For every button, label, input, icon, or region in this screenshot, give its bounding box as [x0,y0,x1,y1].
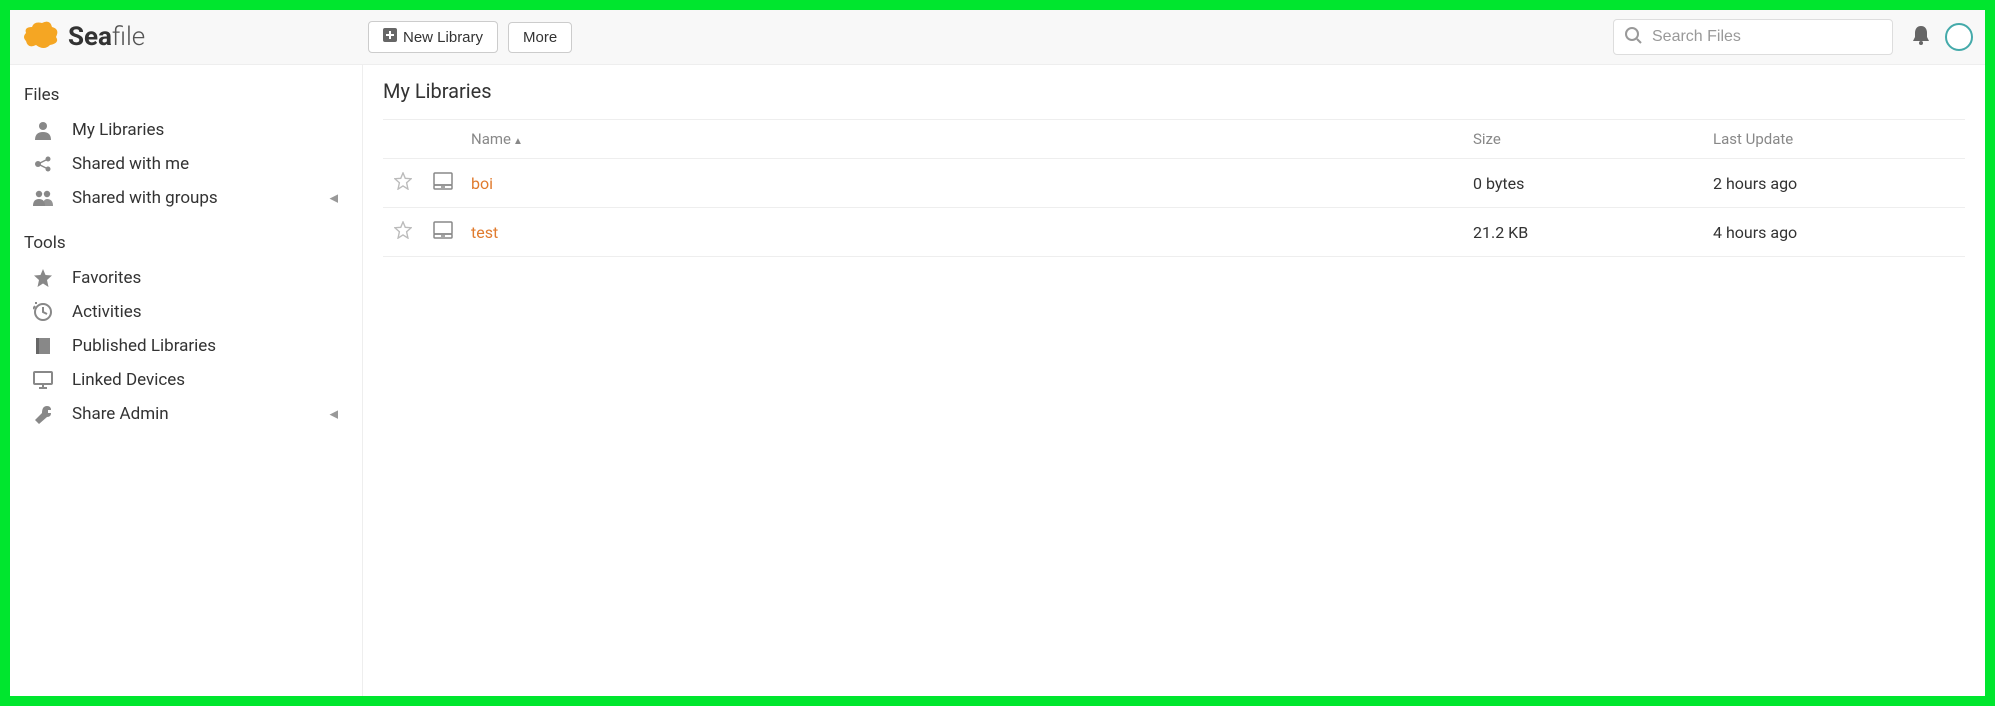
notifications-icon[interactable] [1911,24,1931,50]
logo-text: Seafile [68,22,145,52]
library-last-update: 4 hours ago [1705,208,1965,257]
sidebar-section-files: Files [24,85,358,105]
table-row[interactable]: boi 0 bytes 2 hours ago [383,159,1965,208]
sidebar-item-label: Linked Devices [72,370,185,390]
search-input[interactable] [1652,28,1882,46]
star-icon [30,268,56,288]
library-link[interactable]: test [471,223,498,242]
avatar[interactable] [1945,23,1973,51]
sidebar-item-linked-devices[interactable]: Linked Devices [24,363,358,397]
clock-icon [30,302,56,322]
sidebar-item-label: Share Admin [72,404,169,424]
column-header-name[interactable]: Name▲ [463,120,1465,159]
search-icon [1624,26,1642,48]
library-size: 21.2 KB [1465,208,1705,257]
library-icon [432,225,454,244]
sidebar-item-shared-with-groups[interactable]: Shared with groups ◂ [24,181,358,215]
search-box[interactable] [1613,19,1893,55]
sidebar: Files My Libraries Shared wit [10,65,363,696]
more-label: More [523,29,557,46]
library-size: 0 bytes [1465,159,1705,208]
column-header-size[interactable]: Size [1465,120,1705,159]
sidebar-item-published-libraries[interactable]: Published Libraries [24,329,358,363]
new-library-button[interactable]: New Library [368,21,498,53]
sidebar-item-share-admin[interactable]: Share Admin ◂ [24,397,358,431]
sidebar-item-label: Shared with groups [72,188,218,208]
book-icon [30,336,56,356]
sidebar-item-my-libraries[interactable]: My Libraries [24,113,358,147]
sidebar-item-label: Shared with me [72,154,189,174]
more-button[interactable]: More [508,22,572,53]
sidebar-item-label: Activities [72,302,142,322]
star-outline-icon[interactable] [394,175,412,194]
library-icon [432,176,454,195]
sort-asc-icon: ▲ [513,136,523,147]
page-title: My Libraries [383,79,1965,113]
main-content: My Libraries Name▲ Size Last Update [363,65,1985,696]
sidebar-item-label: My Libraries [72,120,164,140]
group-icon [30,188,56,208]
caret-left-icon: ◂ [329,188,338,208]
new-library-label: New Library [403,29,483,46]
monitor-icon [30,370,56,390]
plus-icon [383,28,397,46]
sidebar-item-shared-with-me[interactable]: Shared with me [24,147,358,181]
sidebar-item-label: Published Libraries [72,336,216,356]
person-icon [30,120,56,140]
sidebar-item-label: Favorites [72,268,141,288]
star-outline-icon[interactable] [394,224,412,243]
logo-icon [20,19,60,55]
libraries-table: Name▲ Size Last Update [383,119,1965,257]
sidebar-item-favorites[interactable]: Favorites [24,261,358,295]
table-row[interactable]: test 21.2 KB 4 hours ago [383,208,1965,257]
share-icon [30,154,56,174]
column-header-last-update[interactable]: Last Update [1705,120,1965,159]
sidebar-section-tools: Tools [24,233,358,253]
library-last-update: 2 hours ago [1705,159,1965,208]
logo[interactable]: Seafile [20,19,360,55]
wrench-icon [30,404,56,424]
caret-left-icon: ◂ [329,404,338,424]
sidebar-item-activities[interactable]: Activities [24,295,358,329]
library-link[interactable]: boi [471,174,493,193]
